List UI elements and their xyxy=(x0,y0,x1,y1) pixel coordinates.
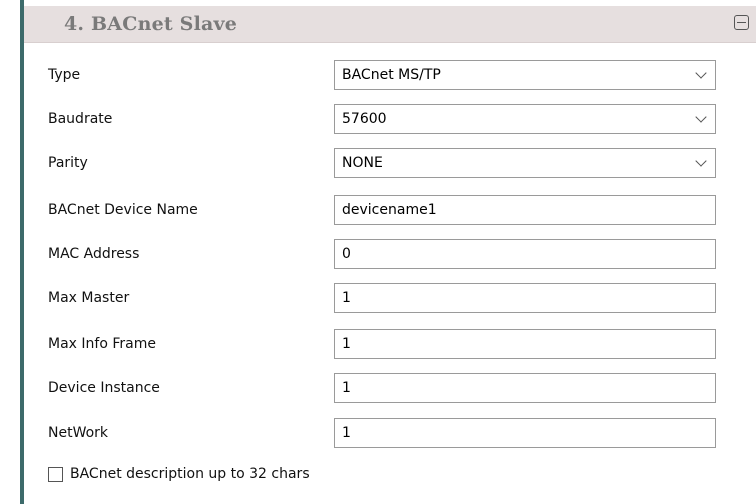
field-row-network: NetWork 1 xyxy=(24,416,756,450)
section-title: 4. BACnet Slave xyxy=(64,13,238,35)
field-row-device-name: BACnet Device Name devicename1 xyxy=(24,193,756,227)
chevron-down-icon xyxy=(695,67,707,79)
baudrate-select-value: 57600 xyxy=(342,111,387,127)
bacnet-slave-panel: 4. BACnet Slave Type BACnet MS/TP Baudra… xyxy=(20,0,756,504)
field-row-max-info-frame: Max Info Frame 1 xyxy=(24,327,756,361)
mac-address-input[interactable]: 0 xyxy=(334,239,716,269)
field-row-device-instance: Device Instance 1 xyxy=(24,371,756,405)
max-master-label: Max Master xyxy=(48,290,130,306)
baudrate-select[interactable]: 57600 xyxy=(334,104,716,134)
device-instance-label: Device Instance xyxy=(48,380,160,396)
field-row-parity: Parity NONE xyxy=(24,146,756,180)
mac-address-label: MAC Address xyxy=(48,246,140,262)
field-row-type: Type BACnet MS/TP xyxy=(24,58,756,92)
description-checkbox-label: BACnet description up to 32 chars xyxy=(70,466,310,482)
max-info-frame-label: Max Info Frame xyxy=(48,336,156,352)
type-select[interactable]: BACnet MS/TP xyxy=(334,60,716,90)
baudrate-label: Baudrate xyxy=(48,111,113,127)
max-info-frame-input[interactable]: 1 xyxy=(334,329,716,359)
type-select-value: BACnet MS/TP xyxy=(342,67,441,83)
field-row-baudrate: Baudrate 57600 xyxy=(24,102,756,136)
device-name-label: BACnet Device Name xyxy=(48,202,198,218)
description-checkbox[interactable] xyxy=(48,467,63,482)
type-label: Type xyxy=(48,67,81,83)
field-row-mac-address: MAC Address 0 xyxy=(24,237,756,271)
parity-select-value: NONE xyxy=(342,155,383,171)
chevron-down-icon xyxy=(695,155,707,167)
parity-select[interactable]: NONE xyxy=(334,148,716,178)
parity-label: Parity xyxy=(48,155,88,171)
collapse-icon[interactable] xyxy=(734,15,749,30)
section-header[interactable]: 4. BACnet Slave xyxy=(24,6,756,43)
device-instance-input[interactable]: 1 xyxy=(334,373,716,403)
network-input[interactable]: 1 xyxy=(334,418,716,448)
network-label: NetWork xyxy=(48,425,109,441)
chevron-down-icon xyxy=(695,111,707,123)
max-master-input[interactable]: 1 xyxy=(334,283,716,313)
device-name-input[interactable]: devicename1 xyxy=(334,195,716,225)
field-row-max-master: Max Master 1 xyxy=(24,281,756,315)
